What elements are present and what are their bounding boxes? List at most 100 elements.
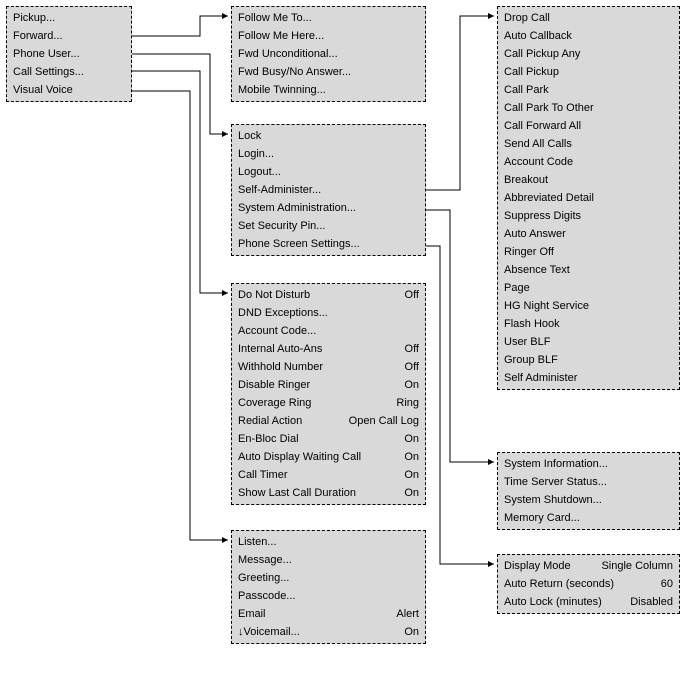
menu-item[interactable]: Listen... — [238, 533, 419, 551]
value: 60 — [661, 575, 673, 593]
menu-item[interactable]: System Shutdown... — [504, 491, 673, 509]
label: Withhold Number — [238, 358, 323, 376]
label: Auto Callback — [504, 27, 572, 45]
value: Single Column — [601, 557, 673, 575]
menu-item[interactable]: Abbreviated Detail — [504, 189, 673, 207]
menu-item[interactable]: Greeting... — [238, 569, 419, 587]
label: Ringer Off — [504, 243, 554, 261]
menu-item[interactable]: Ringer Off — [504, 243, 673, 261]
menu-item[interactable]: Message... — [238, 551, 419, 569]
menu-item-forward[interactable]: Forward... — [13, 27, 125, 45]
phone-user-menu-panel: Lock Login... Logout... Self-Administer.… — [231, 124, 426, 256]
menu-item[interactable]: ↓Voicemail...On — [238, 623, 419, 641]
label: Call Settings... — [13, 63, 84, 81]
menu-item[interactable]: Call TimerOn — [238, 466, 419, 484]
label: Internal Auto-Ans — [238, 340, 322, 358]
menu-item[interactable]: Call Forward All — [504, 117, 673, 135]
menu-item[interactable]: Call Park — [504, 81, 673, 99]
menu-item[interactable]: Redial Action Open Call Log — [238, 412, 419, 430]
menu-item-phone-user[interactable]: Phone User... — [13, 45, 125, 63]
menu-item[interactable]: Fwd Busy/No Answer... — [238, 63, 419, 81]
label: Account Code — [504, 153, 573, 171]
menu-item[interactable]: Drop Call — [504, 9, 673, 27]
label: Absence Text — [504, 261, 570, 279]
label: Passcode... — [238, 587, 295, 605]
menu-item[interactable]: Call Park To Other — [504, 99, 673, 117]
menu-item[interactable]: Send All Calls — [504, 135, 673, 153]
menu-item[interactable]: Auto Return (seconds)60 — [504, 575, 673, 593]
main-menu-panel: Pickup... Forward... Phone User... Call … — [6, 6, 132, 102]
menu-item[interactable]: Call Pickup Any — [504, 45, 673, 63]
menu-item[interactable]: HG Night Service — [504, 297, 673, 315]
menu-item[interactable]: Follow Me To... — [238, 9, 419, 27]
label: Self-Administer... — [238, 181, 321, 199]
label: Logout... — [238, 163, 281, 181]
menu-item[interactable]: Self-Administer... — [238, 181, 419, 199]
menu-item[interactable]: Account Code — [504, 153, 673, 171]
value: On — [404, 623, 419, 641]
menu-item[interactable]: Time Server Status... — [504, 473, 673, 491]
label: Listen... — [238, 533, 277, 551]
label: Account Code... — [238, 322, 316, 340]
label: DND Exceptions... — [238, 304, 328, 322]
menu-item[interactable]: Set Security Pin... — [238, 217, 419, 235]
label: Do Not Disturb — [238, 286, 310, 304]
menu-item[interactable]: Self Administer — [504, 369, 673, 387]
menu-item[interactable]: Page — [504, 279, 673, 297]
menu-item[interactable]: Auto Lock (minutes)Disabled — [504, 593, 673, 611]
menu-item[interactable]: Show Last Call DurationOn — [238, 484, 419, 502]
label: System Shutdown... — [504, 491, 602, 509]
menu-item[interactable]: Passcode... — [238, 587, 419, 605]
menu-item[interactable]: Auto Answer — [504, 225, 673, 243]
menu-item[interactable]: DND Exceptions... — [238, 304, 419, 322]
value: Open Call Log — [349, 412, 419, 430]
menu-item[interactable]: Lock — [238, 127, 419, 145]
menu-item[interactable]: Internal Auto-AnsOff — [238, 340, 419, 358]
label: Group BLF — [504, 351, 558, 369]
menu-item[interactable]: Breakout — [504, 171, 673, 189]
label: Email — [238, 605, 266, 623]
menu-item[interactable]: Call Pickup — [504, 63, 673, 81]
label: Set Security Pin... — [238, 217, 325, 235]
label: En-Bloc Dial — [238, 430, 299, 448]
menu-item[interactable]: Auto Display Waiting CallOn — [238, 448, 419, 466]
call-settings-menu-panel: Do Not DisturbOff DND Exceptions... Acco… — [231, 283, 426, 505]
label: Time Server Status... — [504, 473, 607, 491]
menu-item[interactable]: Mobile Twinning... — [238, 81, 419, 99]
menu-item[interactable]: Memory Card... — [504, 509, 673, 527]
menu-item[interactable]: EmailAlert — [238, 605, 419, 623]
menu-item-visual-voice[interactable]: Visual Voice — [13, 81, 125, 99]
label: HG Night Service — [504, 297, 589, 315]
forward-menu-panel: Follow Me To... Follow Me Here... Fwd Un… — [231, 6, 426, 102]
menu-item[interactable]: Absence Text — [504, 261, 673, 279]
menu-item[interactable]: Logout... — [238, 163, 419, 181]
label: Redial Action — [238, 412, 302, 430]
label: Drop Call — [504, 9, 550, 27]
menu-item[interactable]: Account Code... — [238, 322, 419, 340]
system-admin-panel: System Information... Time Server Status… — [497, 452, 680, 530]
menu-item[interactable]: User BLF — [504, 333, 673, 351]
menu-item[interactable]: En-Bloc DialOn — [238, 430, 419, 448]
menu-item-call-settings[interactable]: Call Settings... — [13, 63, 125, 81]
menu-item[interactable]: Follow Me Here... — [238, 27, 419, 45]
menu-item[interactable]: Fwd Unconditional... — [238, 45, 419, 63]
menu-item-pickup[interactable]: Pickup... — [13, 9, 125, 27]
menu-item[interactable]: System Administration... — [238, 199, 419, 217]
menu-item[interactable]: Auto Callback — [504, 27, 673, 45]
label: Call Park — [504, 81, 549, 99]
menu-item[interactable]: Disable RingerOn — [238, 376, 419, 394]
value: On — [404, 484, 419, 502]
menu-item[interactable]: Coverage RingRing — [238, 394, 419, 412]
menu-item[interactable]: Group BLF — [504, 351, 673, 369]
menu-item[interactable]: Display ModeSingle Column — [504, 557, 673, 575]
menu-item[interactable]: Flash Hook — [504, 315, 673, 333]
label: Pickup... — [13, 9, 55, 27]
menu-item[interactable]: Login... — [238, 145, 419, 163]
menu-item[interactable]: Withhold NumberOff — [238, 358, 419, 376]
label: User BLF — [504, 333, 550, 351]
menu-item[interactable]: Do Not DisturbOff — [238, 286, 419, 304]
label: Self Administer — [504, 369, 577, 387]
menu-item[interactable]: Phone Screen Settings... — [238, 235, 419, 253]
menu-item[interactable]: Suppress Digits — [504, 207, 673, 225]
menu-item[interactable]: System Information... — [504, 455, 673, 473]
